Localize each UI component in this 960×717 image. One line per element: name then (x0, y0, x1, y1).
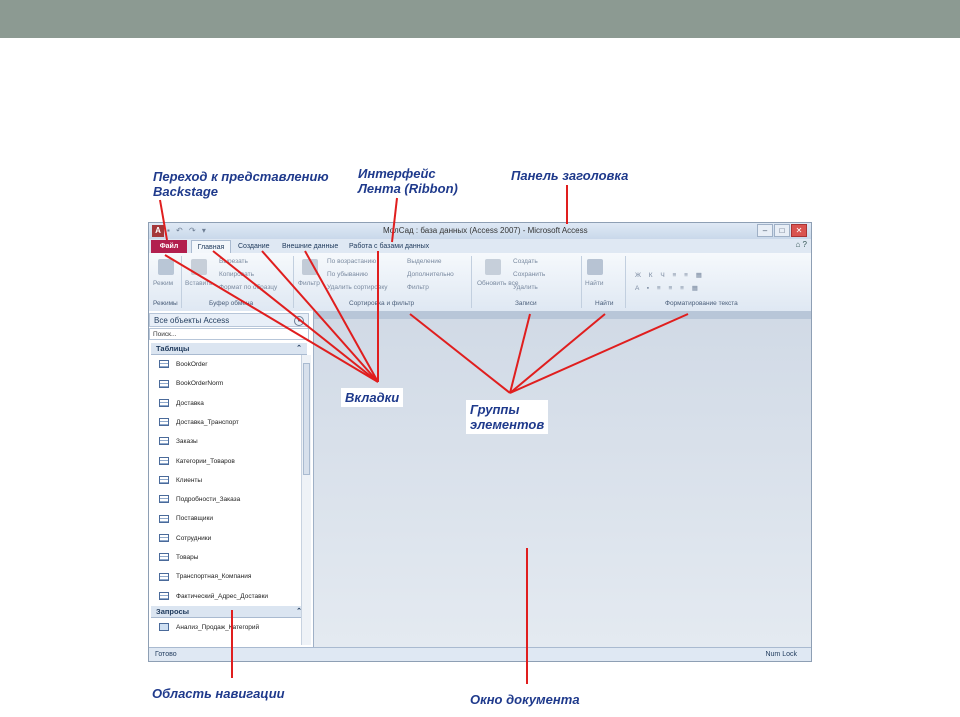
arrow-ribbon (391, 197, 398, 243)
arrow-group-2 (509, 313, 531, 394)
callout-docwin: Окно документа (470, 692, 580, 707)
callout-navpane: Область навигации (152, 686, 285, 701)
arrow-tab-2 (212, 250, 379, 383)
arrow-tab-4 (304, 250, 379, 383)
arrow-group-4 (509, 313, 689, 394)
callout-groups: Группы элементов (466, 400, 549, 434)
arrow-tab-1 (164, 254, 379, 383)
callout-tabs: Вкладки (341, 388, 404, 407)
arrow-tab-3 (261, 250, 379, 383)
arrow-group-1 (409, 313, 511, 394)
annotation-arrows (159, 185, 689, 684)
arrow-group-3 (509, 313, 606, 394)
arrow-backstage (159, 199, 168, 241)
